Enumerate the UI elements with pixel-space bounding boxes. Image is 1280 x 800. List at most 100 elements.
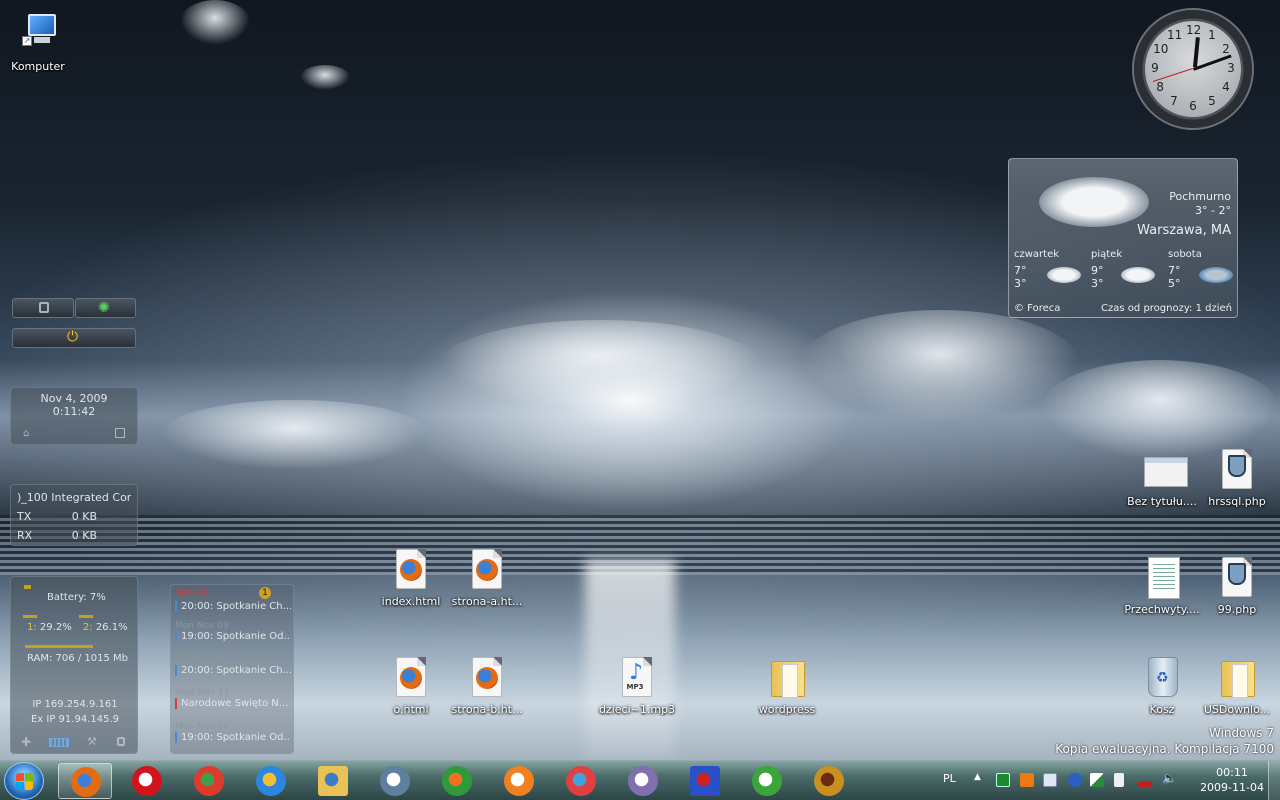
weather-gadget[interactable]: Pochmurno 3° - 2° Warszawa, MA czwartek … [1008, 158, 1238, 318]
desktop-icon-label: Bez tytułu.... [1127, 495, 1197, 508]
cloud [800, 310, 1080, 420]
lock-icon [39, 302, 49, 313]
php-file-icon [1219, 557, 1255, 599]
cloud [1040, 360, 1280, 460]
security-icon[interactable] [1090, 773, 1104, 787]
watermark-line1: Windows 7 [1208, 726, 1274, 740]
weather-updated: Czas od prognozy: 1 dzień [1101, 303, 1232, 314]
clock-gadget[interactable]: 1 2 3 4 5 6 7 8 9 10 11 12 [1132, 8, 1254, 130]
mp3-badge: MP3 [626, 683, 644, 691]
rain-icon [1199, 267, 1233, 283]
desktop-icon-o-html[interactable]: o.html [368, 657, 454, 716]
network-adapter: )_100 Integrated Con [17, 491, 131, 504]
signal-icon[interactable] [1138, 773, 1152, 787]
loading-icon: ✺ [98, 300, 110, 316]
desktop-icon-strona-a[interactable]: strona-a.ht... [444, 549, 530, 608]
taskbar-utorrent-button[interactable] [740, 763, 794, 799]
desktop-icon-index-html[interactable]: index.html [368, 549, 454, 608]
cloudy-icon [1121, 267, 1155, 283]
show-desktop-button[interactable] [1268, 761, 1280, 800]
desktop-icon-label: Komputer [11, 60, 65, 73]
lock-small-icon[interactable] [117, 737, 125, 746]
taskbar-picasa-button[interactable] [554, 763, 608, 799]
document-icon [1144, 557, 1180, 599]
desktop-icon-wordpress[interactable]: wordpress [744, 657, 830, 716]
sleep-button[interactable]: ✺ [75, 298, 136, 318]
desktop-icon-label: index.html [381, 595, 441, 608]
desktop-icon-mp3[interactable]: ♪ MP3 dzieci~1.mp3 [594, 657, 680, 716]
calendar-event[interactable]: Mon Nov 09 19:00: Spotkanie Od... [175, 621, 291, 642]
taskbar-dosbox-button[interactable] [802, 763, 856, 799]
network-monitor-icon[interactable] [996, 773, 1010, 787]
power-icon[interactable] [1114, 773, 1124, 787]
cloud [180, 0, 250, 45]
add-icon[interactable]: ✚ [21, 735, 31, 749]
cpu1-value: 29.2% [39, 622, 72, 633]
calendar-event[interactable]: Mon Nov 16 19:00: Spotkanie Od... [175, 722, 291, 743]
windows-watermark: Windows 7 Kopia ewaluacyjna. Kompilacja … [1055, 726, 1274, 756]
taskbar-save-disk-button[interactable] [678, 763, 732, 799]
mail-icon[interactable] [1043, 773, 1057, 787]
taskbar-clock[interactable]: 00:11 2009-11-04 [1200, 765, 1264, 795]
windows-update-icon [442, 766, 472, 796]
weather-source[interactable]: © Foreca [1014, 303, 1060, 314]
event-date: Mon Nov 16 [175, 722, 229, 732]
taskbar-windows-update-button[interactable] [430, 763, 484, 799]
taskbar-php-editor-button[interactable] [368, 763, 422, 799]
ram-text: RAM: 706 / 1015 Mb [27, 653, 128, 664]
start-button[interactable] [4, 762, 44, 800]
mp3-icon: ♪ MP3 [619, 657, 655, 699]
calendar-event[interactable]: Wed Nov 11 Narodowe Święto N... [175, 688, 291, 709]
taskbar-opera-button[interactable] [120, 763, 174, 799]
event-title: 20:00: Spotkanie Ch... [175, 601, 291, 612]
language-indicator[interactable]: PL [943, 772, 956, 785]
shutdown-button[interactable]: ⏻ [12, 328, 136, 348]
calendar-event[interactable]: 20:00: Spotkanie Ch... [175, 601, 291, 612]
desktop-icon-hrssql[interactable]: hrssql.php [1194, 449, 1280, 508]
desktop-icon-strona-b[interactable]: strona-b.ht... [444, 657, 530, 716]
orange-icon[interactable] [1020, 773, 1034, 787]
taskbar-pidgin-button[interactable] [616, 763, 670, 799]
php-editor-icon [380, 766, 410, 796]
gadget-time: 0:11:42 [52, 405, 96, 418]
chrome-icon [194, 766, 224, 796]
desktop-icon-label: hrssql.php [1208, 495, 1266, 508]
event-date: Mon Nov 09 [175, 621, 229, 631]
cloudy-icon [1047, 267, 1081, 283]
calendar-gadget: Nov 04 1 20:00: Spotkanie Ch... Mon Nov … [170, 584, 294, 754]
desktop-icon-label: USDownlo... [1203, 703, 1271, 716]
desktop-icon-99php[interactable]: 99.php [1194, 557, 1280, 616]
battery-text: Battery: 7% [47, 592, 106, 603]
event-title: 19:00: Spotkanie Od... [175, 732, 291, 743]
show-hidden-icon[interactable]: ▲ [974, 772, 981, 782]
taskbar-chrome-button[interactable] [182, 763, 236, 799]
desktop-icon-recycle-bin[interactable]: Kosz [1119, 657, 1205, 716]
calendar-event[interactable]: Tue Nov 10 20:00: Spotkanie Ch... [175, 655, 291, 676]
clock-number: 10 [1153, 42, 1169, 56]
clock-number: 6 [1189, 99, 1197, 113]
computer-icon: ↗ [20, 14, 56, 56]
desktop-icon-usdownloads[interactable]: USDownlo... [1194, 657, 1280, 716]
desktop-icon-bez-tytulu[interactable]: Bez tytułu.... [1119, 449, 1205, 508]
explorer-icon [318, 766, 348, 796]
tools-icon[interactable]: ⚒ [87, 735, 97, 748]
clock-number: 12 [1186, 23, 1202, 37]
desktop-icon-przechwyty[interactable]: Przechwyty.... [1119, 557, 1205, 616]
opera-icon [132, 766, 162, 796]
calendar-icon[interactable] [115, 428, 125, 438]
volume-icon[interactable]: 🔈 [1162, 771, 1177, 785]
folder-icon [1219, 657, 1255, 699]
home-icon[interactable]: ⌂ [23, 428, 29, 439]
clock-number: 9 [1151, 61, 1159, 75]
meter-icon[interactable] [49, 738, 69, 747]
lock-button[interactable] [12, 298, 74, 318]
desktop-icon-label: 99.php [1217, 603, 1257, 616]
taskbar-explorer-button[interactable] [306, 763, 360, 799]
taskbar-firefox-button[interactable] [58, 763, 112, 799]
taskbar-internet-explorer-button[interactable] [244, 763, 298, 799]
bluetooth-icon[interactable] [1068, 773, 1082, 787]
ram-bar [25, 645, 93, 648]
desktop-icon-computer[interactable]: ↗ Komputer [0, 14, 81, 73]
save-disk-icon [690, 766, 720, 796]
taskbar-media-player-button[interactable] [492, 763, 546, 799]
